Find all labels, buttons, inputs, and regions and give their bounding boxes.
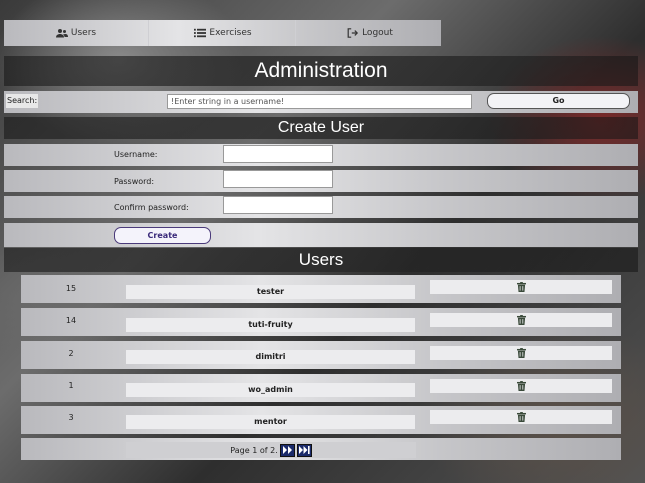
user-id: 1: [68, 381, 74, 390]
trash-icon: [516, 348, 526, 358]
search-input[interactable]: [167, 94, 472, 109]
create-button[interactable]: Create: [114, 227, 211, 244]
trash-icon: [516, 412, 526, 422]
username-field[interactable]: [223, 145, 333, 163]
list-icon: [194, 28, 207, 38]
nav-users[interactable]: Users: [4, 20, 149, 46]
user-id: 15: [65, 284, 77, 293]
user-name[interactable]: tuti-fruity: [126, 318, 415, 332]
trash-icon: [516, 282, 526, 292]
next-page-icon: [282, 446, 292, 454]
create-user-title: Create User: [4, 117, 638, 139]
nav-exercises[interactable]: Exercises: [151, 20, 296, 46]
user-name[interactable]: wo_admin: [126, 383, 415, 397]
next-page-button[interactable]: [279, 443, 295, 457]
logout-icon: [347, 28, 359, 38]
trash-icon: [516, 381, 526, 391]
go-button[interactable]: Go: [487, 93, 630, 109]
nav-logout[interactable]: Logout: [298, 20, 442, 46]
user-id: 14: [65, 316, 77, 325]
users-title: Users: [4, 248, 638, 272]
delete-button[interactable]: [430, 280, 612, 294]
password-field[interactable]: [223, 170, 333, 188]
password-label: Password:: [114, 177, 155, 186]
top-nav: Users Exercises Logout: [4, 20, 441, 46]
page-indicator: Page 1 of 2.: [230, 445, 278, 455]
search-label: Search:: [6, 94, 39, 108]
users-icon: [55, 29, 68, 38]
confirm-password-label: Confirm password:: [114, 203, 189, 212]
confirm-password-field[interactable]: [223, 196, 333, 214]
delete-button[interactable]: [430, 313, 612, 327]
pagination: Page 1 of 2.: [126, 442, 416, 458]
nav-users-label: Users: [70, 28, 97, 38]
nav-logout-label: Logout: [362, 28, 393, 38]
delete-button[interactable]: [430, 346, 612, 360]
user-id: 2: [68, 349, 74, 358]
page-title: Administration: [4, 56, 638, 86]
user-name[interactable]: tester: [126, 285, 415, 299]
user-id: 3: [68, 413, 74, 422]
last-page-icon: [298, 446, 310, 454]
user-name[interactable]: mentor: [126, 415, 415, 429]
delete-button[interactable]: [430, 379, 612, 393]
create-row: [4, 223, 638, 247]
nav-exercises-label: Exercises: [209, 28, 252, 38]
delete-button[interactable]: [430, 410, 612, 424]
last-page-button[interactable]: [296, 443, 312, 457]
username-label: Username:: [114, 150, 158, 159]
user-name[interactable]: dimitri: [126, 350, 415, 364]
trash-icon: [516, 315, 526, 325]
